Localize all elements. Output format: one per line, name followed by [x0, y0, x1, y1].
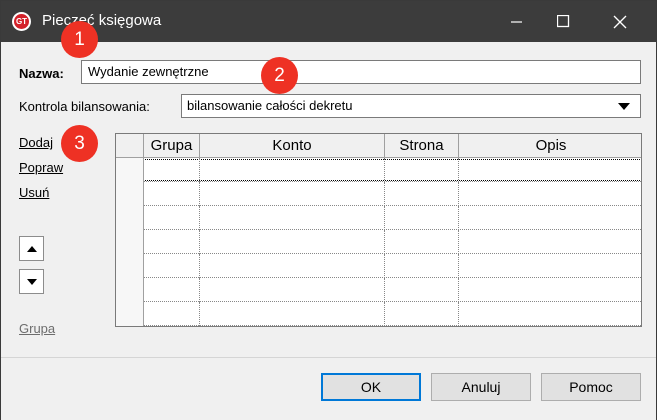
maximize-button[interactable] — [540, 1, 586, 42]
edit-link[interactable]: Popraw — [19, 160, 63, 175]
row-selector-cell[interactable] — [116, 230, 144, 254]
table-cell[interactable] — [459, 302, 641, 326]
annotation-marker-2: 2 — [261, 57, 298, 94]
column-header-strona[interactable]: Strona — [385, 134, 459, 157]
table-cell[interactable] — [459, 206, 641, 230]
title-bar[interactable]: GT Pieczęć księgowa — [1, 1, 656, 42]
annotation-marker-3: 3 — [61, 125, 98, 162]
row-selector-header — [116, 134, 144, 157]
table-row[interactable] — [116, 158, 641, 182]
row-selector-cell[interactable] — [116, 182, 144, 206]
table-cell[interactable] — [385, 230, 459, 254]
table-cell[interactable] — [385, 302, 459, 326]
window-title: Pieczęć księgowa — [42, 12, 162, 29]
close-icon — [613, 15, 627, 28]
name-label: Nazwa: — [19, 66, 64, 81]
table-cell[interactable] — [144, 278, 200, 302]
move-up-button[interactable] — [19, 236, 44, 261]
grid-header: Grupa Konto Strona Opis — [116, 134, 641, 158]
move-down-button[interactable] — [19, 269, 44, 294]
table-cell[interactable] — [385, 254, 459, 278]
table-cell[interactable] — [459, 182, 641, 206]
group-link[interactable]: Grupa — [19, 321, 55, 336]
dropdown-arrow-icon[interactable] — [618, 103, 630, 110]
table-cell[interactable] — [385, 206, 459, 230]
row-selector-cell[interactable] — [116, 302, 144, 326]
cancel-button[interactable]: Anuluj — [431, 373, 531, 401]
table-cell[interactable] — [200, 182, 385, 206]
table-cell[interactable] — [200, 230, 385, 254]
balance-control-select[interactable]: bilansowanie całości dekretu — [181, 94, 641, 118]
table-row[interactable] — [116, 182, 641, 206]
table-row[interactable] — [116, 254, 641, 278]
minimize-icon — [511, 20, 522, 23]
table-cell[interactable] — [144, 206, 200, 230]
table-cell[interactable] — [200, 206, 385, 230]
table-cell[interactable] — [144, 230, 200, 254]
name-input[interactable]: Wydanie zewnętrzne — [81, 60, 641, 84]
table-cell[interactable] — [144, 302, 200, 326]
balance-control-value: bilansowanie całości dekretu — [187, 98, 353, 113]
table-cell[interactable] — [200, 158, 385, 182]
entries-grid[interactable]: Grupa Konto Strona Opis — [115, 133, 642, 327]
table-cell[interactable] — [200, 302, 385, 326]
table-cell[interactable] — [385, 182, 459, 206]
table-row[interactable] — [116, 278, 641, 302]
delete-link[interactable]: Usuń — [19, 185, 49, 200]
column-header-grupa[interactable]: Grupa — [144, 134, 200, 157]
table-cell[interactable] — [144, 182, 200, 206]
annotation-marker-1: 1 — [61, 21, 98, 58]
ok-button[interactable]: OK — [321, 373, 421, 401]
table-cell[interactable] — [459, 278, 641, 302]
table-cell[interactable] — [200, 278, 385, 302]
close-button[interactable] — [597, 1, 643, 42]
help-button[interactable]: Pomoc — [541, 373, 641, 401]
minimize-button[interactable] — [494, 1, 540, 42]
add-link[interactable]: Dodaj — [19, 135, 53, 150]
table-cell[interactable] — [459, 230, 641, 254]
row-selector-cell[interactable] — [116, 206, 144, 230]
row-selector-cell[interactable] — [116, 158, 144, 182]
table-row[interactable] — [116, 206, 641, 230]
table-cell[interactable] — [385, 158, 459, 182]
row-selector-cell[interactable] — [116, 278, 144, 302]
maximize-icon — [556, 15, 569, 28]
column-header-konto[interactable]: Konto — [200, 134, 385, 157]
balance-control-label: Kontrola bilansowania: — [19, 99, 150, 114]
table-cell[interactable] — [144, 254, 200, 278]
table-row[interactable] — [116, 302, 641, 326]
table-cell[interactable] — [459, 158, 641, 182]
arrow-up-icon — [26, 245, 37, 252]
column-header-opis[interactable]: Opis — [459, 134, 641, 157]
row-selector-cell[interactable] — [116, 254, 144, 278]
dialog-window: GT Pieczęć księgowa Nazwa: Wydanie zewnę… — [0, 0, 657, 420]
arrow-down-icon — [26, 278, 37, 285]
app-logo-icon: GT — [12, 12, 31, 31]
table-cell[interactable] — [144, 158, 200, 182]
table-cell[interactable] — [200, 254, 385, 278]
table-cell[interactable] — [385, 278, 459, 302]
table-row[interactable] — [116, 230, 641, 254]
table-cell[interactable] — [459, 254, 641, 278]
